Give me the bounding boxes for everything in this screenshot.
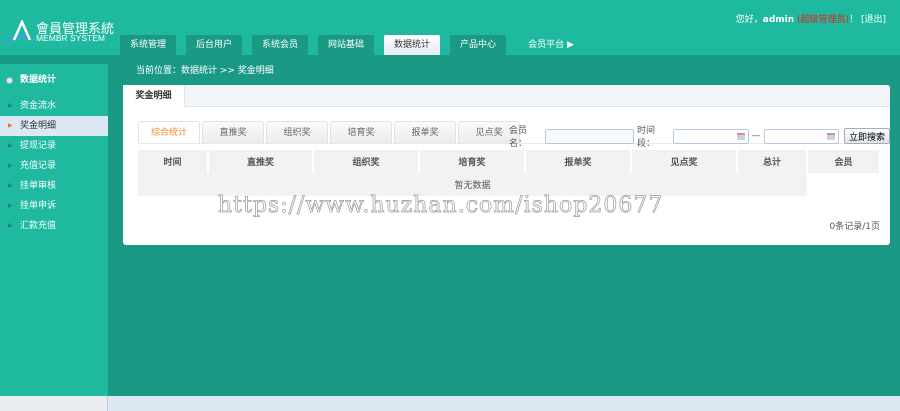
col-point: 见点奖 (631, 150, 738, 173)
col-cultivation: 培育奖 (419, 150, 526, 173)
arrow-icon: ▶ (8, 122, 13, 129)
label: 提现记录 (20, 141, 57, 151)
arrow-icon: ▶ (8, 102, 13, 109)
nav-tab-members[interactable]: 系统会员 (252, 35, 308, 55)
search-form: 会员名： 时间段： — 立即搜索 (509, 123, 890, 149)
date-separator: — (751, 131, 761, 141)
search-button[interactable]: 立即搜索 (843, 128, 890, 144)
nav-label: 会员平台 (528, 40, 565, 50)
calendar-icon[interactable] (826, 132, 835, 140)
username: admin (762, 15, 795, 25)
subtab-summary[interactable]: 综合统计 (138, 121, 200, 143)
date-from-input[interactable] (673, 128, 749, 144)
label: 充值记录 (20, 161, 57, 171)
top-nav: 系统管理 后台用户 系统会员 网站基础 数据统计 产品中心 会员平台 ▶ (120, 35, 596, 55)
label: 汇款充值 (20, 221, 57, 231)
label: 资金流水 (20, 101, 57, 111)
arrow-icon: ▶ (8, 222, 13, 229)
table-header-row: 时间 直推奖 组织奖 培育奖 报单奖 见点奖 总计 会员 (138, 150, 879, 173)
welcome: 您好，admin (超级管理员)！ [退出] (736, 12, 886, 25)
subtab-order[interactable]: 报单奖 (394, 121, 456, 143)
nav-tab-admin-users[interactable]: 后台用户 (186, 35, 242, 55)
role-link[interactable]: (超级管理员) (797, 15, 849, 25)
sidebar-heading: 数据统计 (0, 64, 108, 96)
table-row: 暂无数据 (138, 173, 879, 196)
nav-tab-products[interactable]: 产品中心 (450, 35, 506, 55)
nav-tab-site[interactable]: 网站基础 (318, 35, 374, 55)
col-time: 时间 (138, 150, 209, 173)
sidebar-item-fund-flow[interactable]: ▶ 资金流水 (0, 96, 108, 116)
logo: 會員管理系統 MEMBR SYSTEM (4, 18, 114, 48)
breadcrumb: 当前位置：数据统计 >> 奖金明细 (136, 66, 274, 76)
subtab-cultivation[interactable]: 培育奖 (330, 121, 392, 143)
sidebar-item-order-appeal[interactable]: ▶ 挂单申诉 (0, 196, 108, 216)
header: 會員管理系統 MEMBR SYSTEM 系统管理 后台用户 系统会员 网站基础 … (0, 0, 900, 55)
exclaim: ！ (849, 15, 859, 25)
subtabs: 综合统计 直推奖 组织奖 培育奖 报单奖 见点奖 (138, 121, 522, 143)
subtab-direct[interactable]: 直推奖 (202, 121, 264, 143)
sidebar-item-recharge[interactable]: ▶ 充值记录 (0, 156, 108, 176)
logo-icon (4, 20, 35, 46)
date-to-input[interactable] (763, 128, 839, 144)
calendar-icon[interactable] (736, 132, 745, 140)
col-member: 会员 (807, 150, 879, 173)
footer-left (0, 396, 108, 411)
subtab-organization[interactable]: 组织奖 (266, 121, 328, 143)
label: 挂单审核 (20, 181, 57, 191)
arrow-icon: ▶ (8, 202, 13, 209)
bullet-icon (6, 76, 13, 84)
label: 奖金明细 (20, 121, 57, 131)
sidebar-item-bonus-detail[interactable]: ▶ 奖金明细 (0, 116, 108, 136)
logo-subtitle: MEMBR SYSTEM (36, 33, 105, 43)
sidebar-item-withdraw[interactable]: ▶ 提现记录 (0, 136, 108, 156)
arrow-icon: ▶ (8, 142, 13, 149)
greeting: 您好， (735, 15, 763, 25)
col-order: 报单奖 (525, 150, 632, 173)
panel-tab-bonus-detail[interactable]: 奖金明细 (123, 85, 185, 107)
bonus-table: 时间 直推奖 组织奖 培育奖 报单奖 见点奖 总计 会员 暂无数据 (138, 150, 879, 196)
col-organization: 组织奖 (313, 150, 420, 173)
member-label: 会员名： (509, 126, 528, 149)
nav-tab-statistics[interactable]: 数据统计 (384, 35, 440, 55)
empty-message: 暂无数据 (138, 173, 807, 196)
member-name-input[interactable] (545, 128, 635, 144)
logout-link[interactable]: [退出] (861, 15, 886, 25)
col-total: 总计 (737, 150, 808, 173)
nav-tab-member-platform[interactable]: 会员平台 ▶ (516, 35, 586, 55)
empty-cell (807, 173, 879, 196)
label: 挂单申诉 (20, 201, 57, 211)
pager: 0条记录/1页 (829, 222, 881, 232)
col-direct: 直推奖 (208, 150, 314, 173)
sidebar: 数据统计 ▶ 资金流水 ▶ 奖金明细 ▶ 提现记录 ▶ 充值记录 ▶ 挂单审核 ▶ 挂单申诉… (0, 64, 108, 396)
arrow-icon: ▶ (8, 162, 13, 169)
panel-tabbar: 奖金明细 (123, 85, 890, 107)
period-label: 时间段： (637, 126, 656, 149)
arrow-icon: ▶ (8, 182, 13, 189)
nav-tab-system[interactable]: 系统管理 (120, 35, 176, 55)
sidebar-item-order-review[interactable]: ▶ 挂单审核 (0, 176, 108, 196)
sidebar-title: 数据统计 (20, 75, 57, 85)
footer (108, 396, 900, 411)
sidebar-item-remit[interactable]: ▶ 汇款充值 (0, 216, 108, 236)
content-panel: 奖金明细 综合统计 直推奖 组织奖 培育奖 报单奖 见点奖 会员名： 时间段： … (123, 85, 890, 245)
caret-right-icon: ▶ (566, 40, 574, 50)
